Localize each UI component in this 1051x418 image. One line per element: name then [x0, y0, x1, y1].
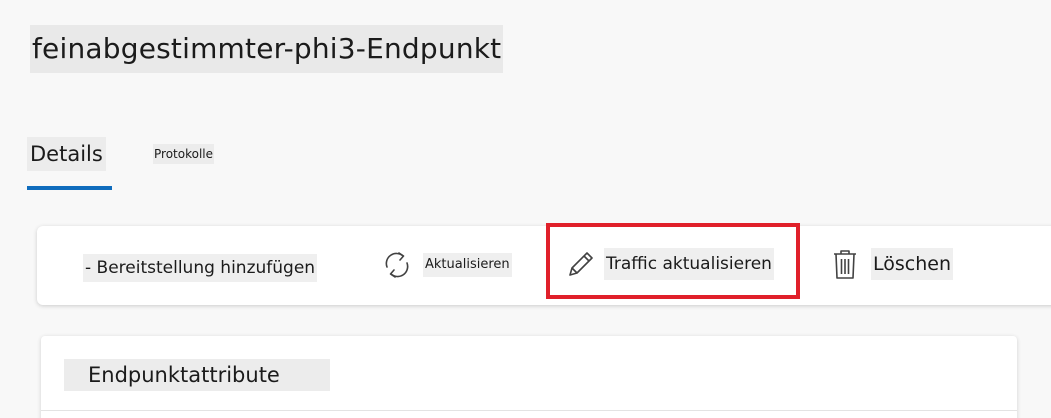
command-bar: - Bereitstellung hinzufügen Aktualisiere… — [37, 223, 1051, 305]
refresh-button[interactable]: Aktualisieren — [381, 248, 512, 282]
card-divider — [41, 410, 1017, 411]
endpoint-attributes-card: Endpunktattribute — [41, 336, 1017, 418]
refresh-icon — [381, 248, 413, 282]
endpoint-page: feinabgestimmter-phi3-Endpunkt Details P… — [0, 0, 1051, 418]
delete-label: Löschen — [871, 248, 953, 280]
add-deployment-button[interactable]: - Bereitstellung hinzufügen — [83, 254, 318, 282]
update-traffic-button[interactable]: Traffic aktualisieren — [564, 248, 774, 280]
update-traffic-label: Traffic aktualisieren — [604, 248, 774, 280]
add-deployment-label: - Bereitstellung hinzufügen — [83, 254, 318, 282]
delete-button[interactable]: Löschen — [831, 248, 953, 280]
card-title: Endpunktattribute — [64, 359, 330, 391]
pencil-icon — [564, 248, 596, 280]
tab-protokolle[interactable]: Protokolle — [153, 144, 214, 164]
trash-icon — [831, 248, 859, 280]
tab-selected-indicator — [27, 186, 112, 190]
refresh-label: Aktualisieren — [423, 253, 512, 277]
page-title: feinabgestimmter-phi3-Endpunkt — [30, 25, 504, 73]
tab-details[interactable]: Details — [27, 137, 106, 171]
